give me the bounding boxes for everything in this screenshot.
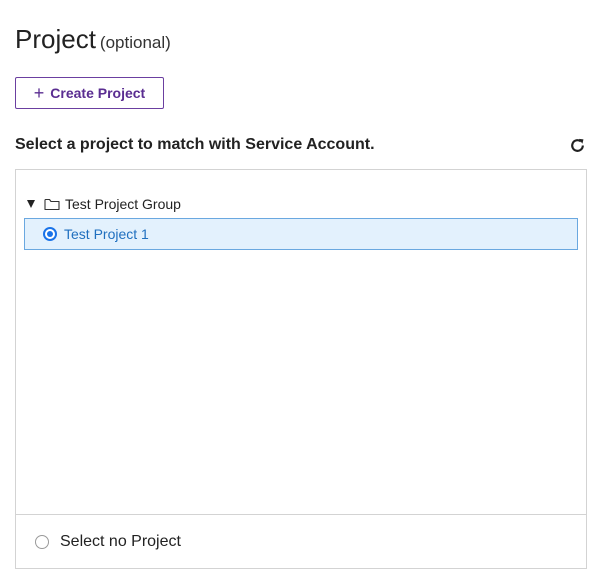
no-project-radio[interactable] (35, 534, 49, 549)
page-header: Project (optional) (15, 24, 171, 58)
optional-label: (optional) (99, 33, 171, 52)
tree-item-label: Test Project 1 (64, 226, 149, 242)
tree-group-label: Test Project Group (65, 196, 181, 212)
tree-item-test-project-1[interactable]: Test Project 1 (24, 218, 578, 250)
refresh-button[interactable] (568, 136, 586, 154)
page-title: Project (15, 24, 96, 54)
select-no-project-option[interactable]: Select no Project (16, 514, 586, 568)
caret-down-icon[interactable] (27, 200, 35, 208)
create-project-button[interactable]: + Create Project (15, 77, 164, 109)
project-select-instruction: Select a project to match with Service A… (15, 136, 375, 153)
plus-icon: + (33, 82, 45, 103)
project-radio-selected[interactable] (43, 227, 57, 241)
no-project-label: Select no Project (60, 532, 181, 550)
tree-group-test-project-group[interactable]: Test Project Group (27, 194, 181, 214)
create-project-label: Create Project (50, 85, 146, 101)
project-tree-panel: Test Project Group Test Project 1 Select… (15, 169, 587, 569)
folder-icon (44, 198, 60, 211)
refresh-icon (570, 138, 584, 152)
